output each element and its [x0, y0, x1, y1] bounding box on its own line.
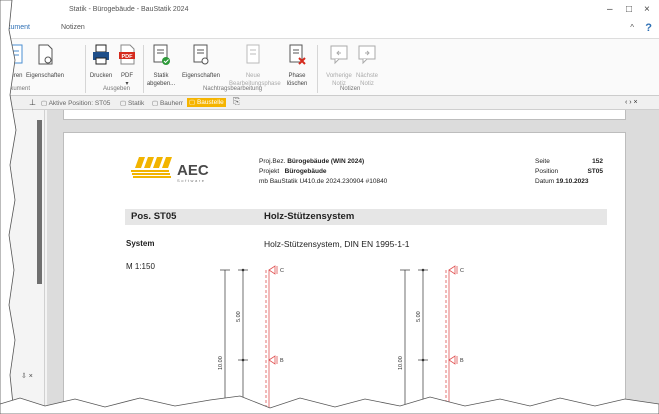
window-title: Statik - Bürogebäude - BauStatik 2024: [69, 6, 189, 13]
pdf-icon: PDF: [119, 44, 135, 65]
ribbon-button-naechste-notiz[interactable]: Nächste Notiz: [347, 43, 387, 88]
close-button[interactable]: ×: [644, 4, 650, 15]
support-c-right: [448, 265, 456, 275]
new-tab-icon[interactable]: ⎘: [233, 96, 240, 107]
statik-properties-icon: [193, 44, 209, 65]
system-text: Holz-Stützensystem, DIN EN 1995-1-1: [264, 239, 410, 249]
group-label-notizen: Notizen: [340, 86, 361, 92]
document-gear-icon: [38, 44, 53, 65]
left-panel-scrollbar[interactable]: [37, 120, 42, 284]
statik-submit-icon: [153, 44, 170, 65]
dim-total-right: 10.00: [398, 356, 404, 370]
program-info: mb BauStatik U410.de 2024.230904 #10840: [259, 178, 388, 185]
support-label-b: B: [280, 358, 284, 364]
datum-value: 19.10.2023: [555, 178, 589, 185]
dim-total-left: 10.00: [218, 356, 224, 370]
ribbon-sublabel: abgeben...: [146, 81, 176, 87]
ribbon-label: Statik: [153, 73, 169, 79]
proj-bez-label: Proj.Bez.: [259, 158, 286, 165]
ribbon-label: Eigenschaften: [181, 73, 221, 79]
delete-phase-icon: [289, 44, 306, 65]
mbaec-logo: AEC Software: [131, 157, 209, 183]
support-label-c-right: C: [460, 268, 464, 274]
maximize-button[interactable]: □: [626, 4, 632, 15]
position-value: ST05: [587, 168, 603, 175]
ribbon-button-eigenschaften-doc[interactable]: Eigenschaften: [25, 43, 65, 80]
ribbon-label: Neue: [245, 73, 261, 79]
collapse-ribbon-icon[interactable]: ^: [630, 23, 634, 32]
doc-tab-statik[interactable]: ▢ Statik: [120, 99, 144, 107]
help-icon[interactable]: ?: [645, 22, 652, 34]
ribbon-button-phase-loeschen[interactable]: Phase löschen: [277, 43, 317, 88]
doc-tab-label: Aktive Position: ST05: [48, 100, 111, 107]
group-label-nachtragsbearbeitung: Nachtragsbearbeitung: [203, 86, 263, 92]
ribbon-button-eigenschaften-statik[interactable]: Eigenschaften: [181, 43, 221, 80]
proj-bez-value: Bürogebäude (WIN 2024): [287, 158, 365, 165]
header-page-block: Seite 152 Position ST05 Datum 19.10.2023: [535, 157, 603, 187]
doc-tab-baustelle[interactable]: ▢ Baustelle: [187, 98, 226, 107]
ribbon-label: Eigenschaften: [25, 73, 65, 79]
prev-note-icon: [330, 45, 348, 65]
svg-text:PDF: PDF: [122, 54, 134, 60]
projekt-value: Bürogebäude: [284, 168, 327, 175]
next-note-icon: [358, 45, 376, 65]
group-separator: [317, 45, 318, 93]
group-label-dokument: okument: [7, 86, 31, 92]
minimize-button[interactable]: –: [607, 4, 613, 15]
dim-upper-right: 5.00: [416, 311, 422, 322]
seite-label: Seite: [535, 158, 550, 165]
tab-nav-controls[interactable]: ‹ › ×: [625, 99, 638, 106]
doc-tab-bauherr[interactable]: ▢ Bauherr: [152, 99, 183, 107]
document-tab-bar: ⊥ ▢ Aktive Position: ST05 ▢ Statik ▢ Bau…: [7, 96, 659, 110]
dim-lower-right: 00: [416, 404, 422, 410]
support-label-c: C: [280, 268, 284, 274]
logo-subtext: Software: [177, 178, 206, 183]
support-b-right: [448, 355, 456, 365]
dim-lower-left: 00: [236, 404, 242, 410]
projekt-label: Projekt: [259, 168, 280, 175]
tab-notizen[interactable]: Notizen: [61, 24, 85, 31]
doc-tab-aktive-position[interactable]: ▢ Aktive Position: ST05: [41, 99, 110, 107]
position-title-bar: Pos. ST05 Holz-Stützensystem: [125, 209, 607, 225]
header-projekt-block: Proj.Bez. Bürogebäude (WIN 2024) Projekt…: [259, 157, 387, 187]
scale-text: M 1:150: [126, 262, 155, 271]
ribbon-label: Nächste: [355, 73, 378, 79]
ribbon: tieren Eigenschaften Drucken PDF PDF ▾ S…: [7, 38, 659, 96]
position-title: Holz-Stützensystem: [264, 211, 355, 222]
ribbon-tab-bar: kument Notizen ^ ?: [7, 20, 659, 38]
ribbon-label: Phase: [288, 73, 306, 79]
panel-pin-close[interactable]: ⇩ ×: [21, 372, 33, 380]
doc-tab-label: Statik: [127, 100, 145, 107]
position-label-heading: Pos. ST05: [131, 211, 177, 222]
new-phase-icon: [246, 44, 260, 64]
logo-text: AEC: [177, 162, 209, 179]
application-window: Statik - Bürogebäude - BauStatik 2024 – …: [6, 0, 659, 414]
seite-value: 152: [592, 158, 603, 165]
datum-label: Datum: [535, 178, 555, 185]
document-icon: [7, 44, 23, 64]
position-label: Position: [535, 168, 559, 175]
structural-system-drawing: 5.00 10.00 00 5.00 10.00 00 C B C B: [218, 265, 464, 414]
support-b-left: [268, 355, 276, 365]
pin-icon[interactable]: ⊥: [29, 98, 36, 107]
ribbon-sublabel: löschen: [286, 81, 308, 87]
title-bar: Statik - Bürogebäude - BauStatik 2024 – …: [7, 0, 659, 20]
dim-upper-left: 5.00: [236, 311, 242, 322]
ribbon-button-statik-abgeben[interactable]: Statik abgeben...: [141, 43, 181, 88]
support-c-left: [268, 265, 276, 275]
doc-tab-label: Baustelle: [196, 99, 224, 106]
system-label: System: [126, 239, 155, 248]
tab-dokument[interactable]: kument: [7, 24, 30, 31]
group-label-ausgeben: Ausgeben: [103, 86, 131, 92]
ribbon-button-neue-phase[interactable]: Neue Bearbeitungsphase: [229, 43, 281, 88]
previous-page-bottom: [63, 110, 626, 120]
doc-tab-label: Bauherr: [159, 100, 184, 107]
support-label-b-right: B: [460, 358, 464, 364]
